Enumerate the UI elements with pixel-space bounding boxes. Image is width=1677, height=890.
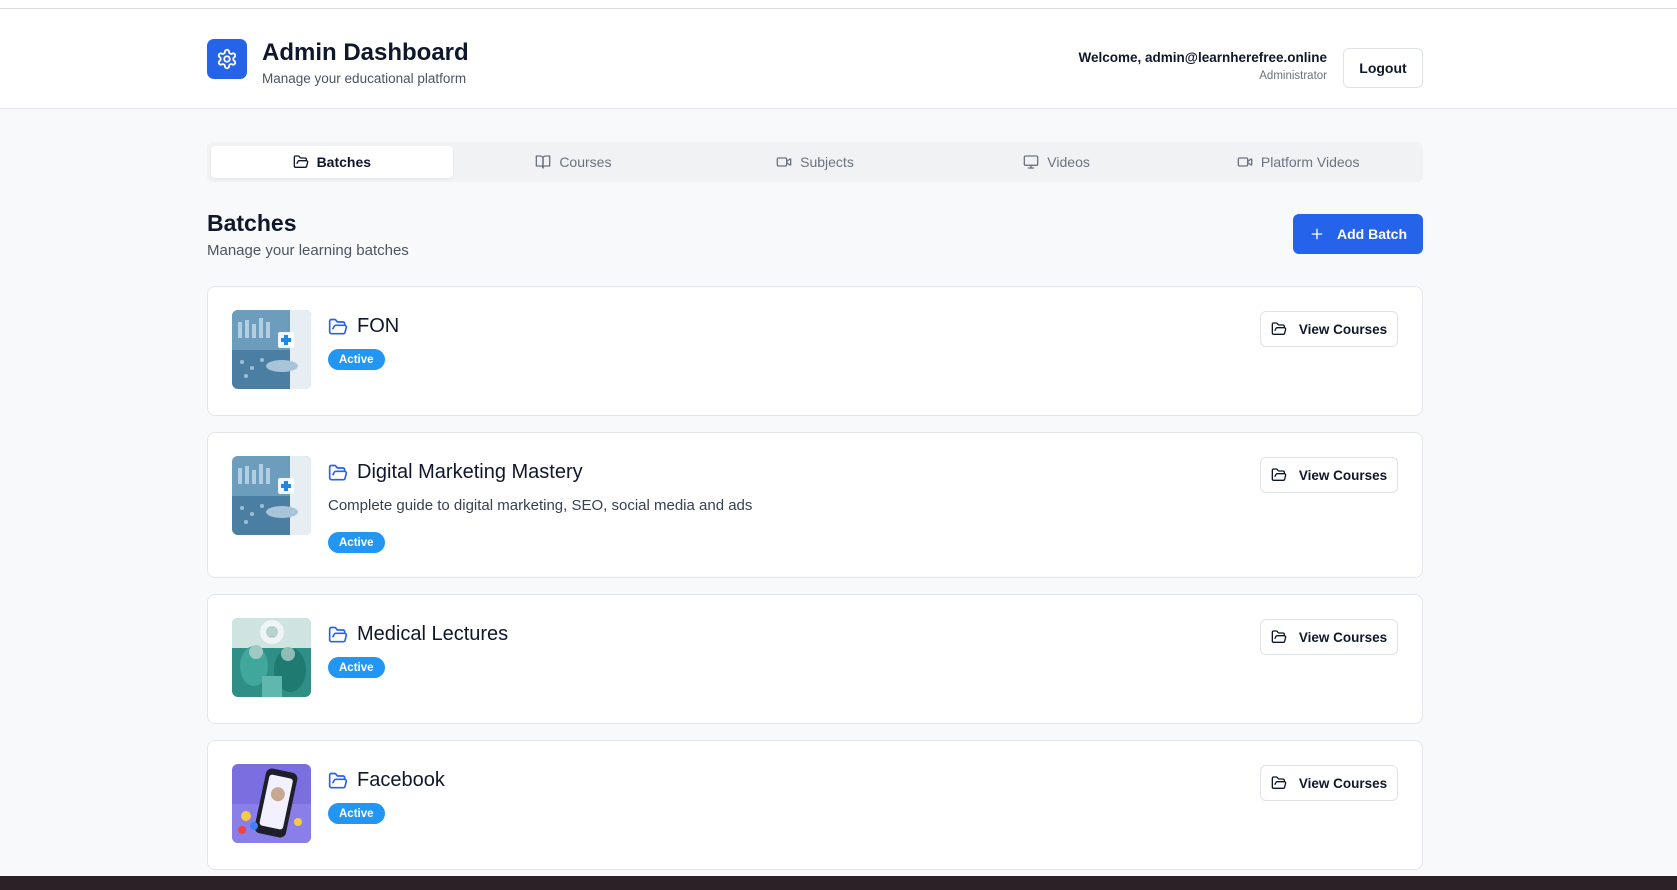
status-badge: Active (328, 532, 385, 553)
batch-title: Facebook (357, 769, 445, 791)
view-courses-label: View Courses (1298, 629, 1388, 645)
video-camera-icon (1237, 157, 1253, 167)
batch-card: FON Active View Courses (207, 286, 1423, 416)
book-open-icon (535, 155, 551, 169)
section-title: Batches (207, 210, 297, 236)
batch-thumbnail (232, 764, 311, 843)
user-role: Administrator (1259, 70, 1327, 82)
app-header: Admin Dashboard Manage your educational … (0, 9, 1677, 109)
tab-platform-videos[interactable]: Platform Videos (1177, 146, 1419, 178)
batch-title: Medical Lectures (357, 623, 509, 645)
status-badge: Active (328, 657, 385, 678)
batch-card: Digital Marketing Mastery Complete guide… (207, 432, 1423, 578)
tab-subjects[interactable]: Subjects (694, 146, 936, 178)
batch-thumbnail (232, 618, 311, 697)
batch-title: Digital Marketing Mastery (357, 461, 583, 483)
logout-button[interactable]: Logout (1343, 48, 1423, 88)
folder-open-icon (1271, 468, 1287, 481)
tab-courses[interactable]: Courses (453, 146, 695, 178)
tab-label: Subjects (800, 154, 854, 170)
browser-top-edge (0, 0, 1677, 9)
batch-card: Facebook Active View Courses (207, 740, 1423, 870)
welcome-text: Welcome, admin@learnherefree.online (1078, 50, 1328, 65)
tab-videos[interactable]: Videos (936, 146, 1178, 178)
page-subtitle: Manage your educational platform (262, 71, 467, 86)
view-courses-label: View Courses (1298, 775, 1388, 791)
folder-open-icon (328, 626, 348, 642)
status-badge: Active (328, 803, 385, 824)
status-badge: Active (328, 349, 385, 370)
add-batch-label: Add Batch (1337, 226, 1407, 242)
view-courses-label: View Courses (1298, 321, 1388, 337)
folder-open-icon (328, 318, 348, 334)
video-camera-icon (776, 157, 792, 167)
tab-label: Courses (559, 154, 612, 170)
monitor-icon (1023, 155, 1039, 169)
section-subtitle: Manage your learning batches (207, 242, 409, 259)
view-courses-button[interactable]: View Courses (1260, 765, 1398, 801)
view-courses-button[interactable]: View Courses (1260, 619, 1398, 655)
folder-open-icon (328, 464, 348, 480)
gear-icon (207, 39, 247, 79)
brand: Admin Dashboard Manage your educational … (207, 39, 469, 86)
batch-thumbnail (232, 310, 311, 389)
tab-label: Batches (316, 154, 372, 170)
batch-thumbnail (232, 456, 311, 535)
tab-bar: Batches Courses Subjects Videos Platform… (207, 142, 1423, 182)
tab-label: Videos (1047, 154, 1090, 170)
batch-card: Medical Lectures Active View Courses (207, 594, 1423, 724)
view-courses-label: View Courses (1298, 467, 1388, 483)
folder-open-icon (1271, 630, 1287, 643)
folder-open-icon (293, 155, 308, 168)
batch-description: Complete guide to digital marketing, SEO… (328, 497, 753, 514)
tab-batches[interactable]: Batches (211, 146, 453, 178)
view-courses-button[interactable]: View Courses (1260, 457, 1398, 493)
os-taskbar (0, 876, 1677, 890)
add-batch-button[interactable]: Add Batch (1293, 214, 1423, 254)
batch-title: FON (357, 315, 400, 337)
user-info: Welcome, admin@learnherefree.online Admi… (1079, 50, 1328, 82)
view-courses-button[interactable]: View Courses (1260, 311, 1398, 347)
folder-open-icon (1271, 776, 1287, 789)
page-title: Admin Dashboard (262, 39, 469, 66)
tab-label: Platform Videos (1260, 154, 1360, 170)
folder-open-icon (1271, 322, 1287, 335)
folder-open-icon (328, 772, 348, 788)
plus-icon (1311, 228, 1323, 240)
